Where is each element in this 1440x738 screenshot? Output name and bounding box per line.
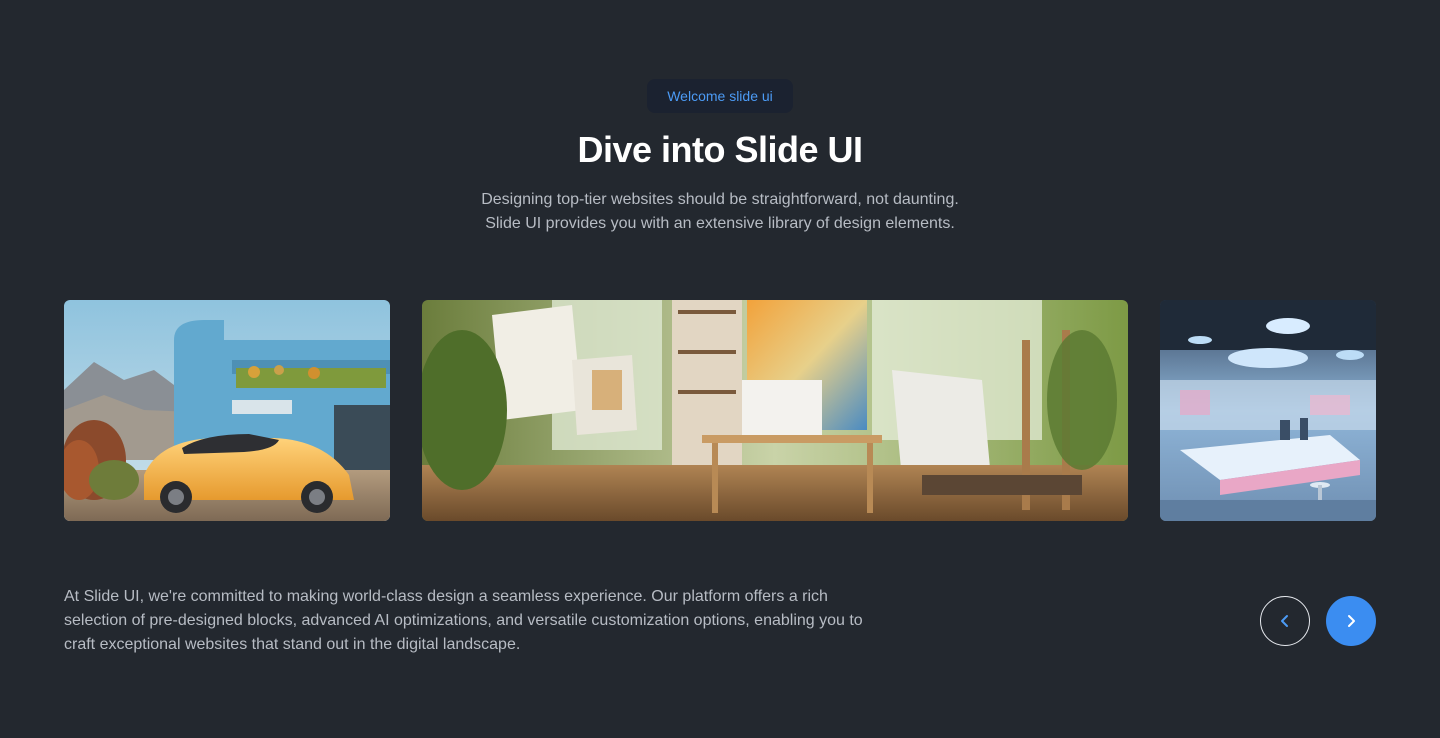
welcome-badge: Welcome slide ui [647, 79, 793, 113]
description-text: At Slide UI, we're committed to making w… [64, 588, 863, 653]
art-studio-image [422, 300, 1128, 521]
slide-card-art-studio[interactable] [422, 300, 1128, 521]
subtitle-line: Slide UI provides you with an extensive … [485, 215, 955, 232]
page-subtitle: Designing top-tier websites should be st… [420, 188, 1020, 236]
chevron-left-icon [1281, 615, 1288, 627]
previous-slide-button[interactable] [1260, 596, 1310, 646]
page: Welcome slide ui Dive into Slide UI Desi… [0, 0, 1440, 738]
page-title: Dive into Slide UI [577, 129, 863, 170]
chevron-right-icon [1348, 615, 1355, 627]
slide-card-car-house[interactable] [64, 300, 390, 521]
lab-image [1160, 300, 1376, 521]
car-house-image [64, 300, 390, 521]
subtitle-line: Designing top-tier websites should be st… [481, 191, 959, 208]
slide-card-lab[interactable] [1160, 300, 1376, 521]
next-slide-button[interactable] [1326, 596, 1376, 646]
